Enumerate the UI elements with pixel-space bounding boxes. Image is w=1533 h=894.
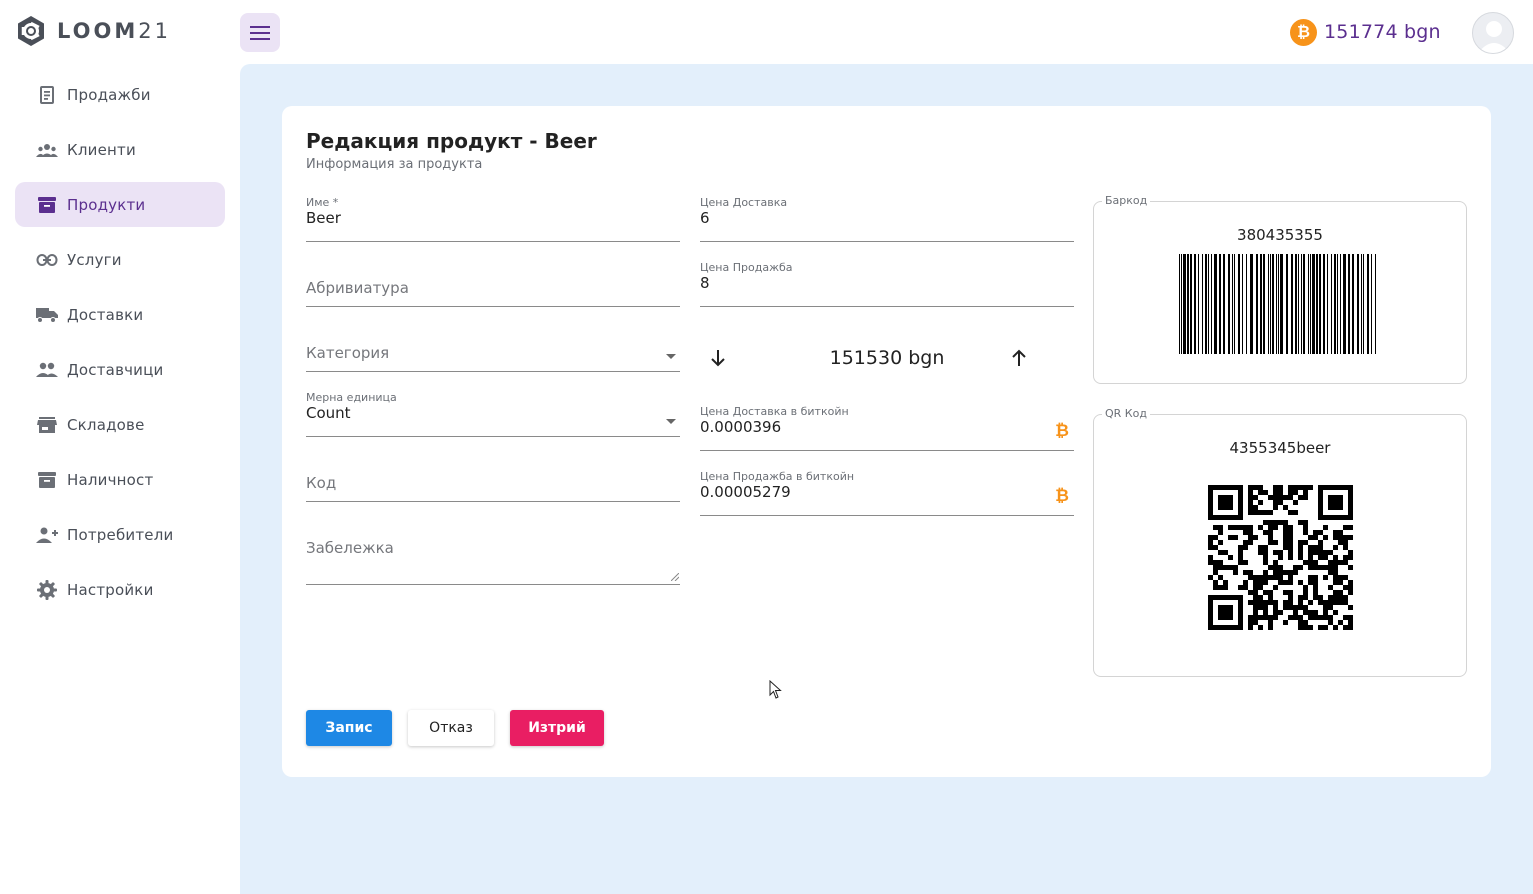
- bitcoin-icon: ₿: [1055, 486, 1069, 506]
- sidebar-item-sales[interactable]: Продажби: [15, 72, 225, 117]
- sidebar-item-settings[interactable]: Настройки: [15, 567, 225, 612]
- sidebar-item-services[interactable]: Услуги: [15, 237, 225, 282]
- product-edit-card: Редакция продукт - Beer Информация за пр…: [282, 106, 1491, 777]
- name-field[interactable]: Име * Beer: [306, 196, 680, 242]
- sidebar-item-clients[interactable]: Клиенти: [15, 127, 225, 172]
- main-content: Редакция продукт - Beer Информация за пр…: [240, 64, 1533, 894]
- sidebar-item-label: Доставки: [67, 305, 144, 324]
- delivery-price-btc-value: 0.0000396: [700, 418, 782, 436]
- qrcode-box: QR Код 4355345beer: [1093, 407, 1467, 677]
- name-value: Beer: [306, 209, 341, 227]
- page-title: Редакция продукт - Beer: [306, 129, 597, 153]
- qrcode-image: [1208, 485, 1353, 630]
- qrcode-legend: QR Код: [1102, 407, 1150, 420]
- unit-select[interactable]: Мерна единица Count: [306, 391, 680, 437]
- sale-price-btc-value: 0.00005279: [700, 483, 791, 501]
- archive-icon: [36, 469, 58, 491]
- name-label: Име *: [306, 196, 339, 209]
- sidebar-item-label: Складове: [67, 415, 145, 434]
- hamburger-icon: [250, 25, 270, 40]
- bitcoin-icon: ₿: [1290, 18, 1317, 46]
- sidebar-item-label: Доставчици: [67, 360, 164, 379]
- sidebar-item-suppliers[interactable]: Доставчици: [15, 347, 225, 392]
- save-button[interactable]: Запис: [306, 710, 392, 746]
- bitcoin-icon: ₿: [1055, 421, 1069, 441]
- user-avatar-icon: [1478, 21, 1510, 53]
- menu-toggle-button[interactable]: [240, 13, 280, 52]
- sidebar-item-label: Потребители: [67, 525, 174, 544]
- unit-value: Count: [306, 404, 351, 422]
- cancel-button[interactable]: Отказ: [408, 710, 494, 746]
- abbreviation-placeholder: Абривиатура: [306, 279, 409, 297]
- page-subtitle: Информация за продукта: [306, 157, 483, 172]
- arrow-up-icon[interactable]: [1009, 348, 1029, 368]
- delete-button[interactable]: Изтрий: [510, 710, 604, 746]
- sidebar-item-stock[interactable]: Наличност: [15, 457, 225, 502]
- code-placeholder: Код: [306, 474, 337, 492]
- truck-icon: [36, 304, 58, 326]
- barcode-value: 380435355: [1237, 226, 1323, 244]
- receipt-icon: [36, 84, 58, 106]
- sale-price-label: Цена Продажба: [700, 261, 793, 274]
- chevron-down-icon: [666, 419, 676, 424]
- category-placeholder: Категория: [306, 344, 390, 362]
- sale-price-field[interactable]: Цена Продажба 8: [700, 261, 1074, 307]
- sidebar-item-label: Услуги: [67, 250, 122, 269]
- sidebar-item-products[interactable]: Продукти: [15, 182, 225, 227]
- chevron-down-icon: [666, 354, 676, 359]
- gear-icon: [36, 579, 58, 601]
- sidebar-item-deliveries[interactable]: Доставки: [15, 292, 225, 337]
- delivery-price-btc-label: Цена Доставка в биткойн: [700, 405, 849, 418]
- category-select[interactable]: Категория: [306, 326, 680, 372]
- groups-icon: [36, 139, 58, 161]
- loom-logo-icon: [18, 16, 44, 46]
- store-icon: [36, 414, 58, 436]
- delivery-price-field[interactable]: Цена Доставка 6: [700, 196, 1074, 242]
- sidebar-nav: Продажби Клиенти Продукти Услуги Доставк…: [15, 72, 225, 622]
- barcode-legend: Баркод: [1102, 194, 1151, 207]
- sidebar-item-label: Настройки: [67, 580, 154, 599]
- delivery-price-btc-field[interactable]: Цена Доставка в биткойн 0.0000396 ₿: [700, 405, 1074, 451]
- note-placeholder: Забележка: [306, 539, 394, 557]
- sidebar-item-label: Наличност: [67, 470, 154, 489]
- sidebar-item-label: Продажби: [67, 85, 151, 104]
- barcode-box: Баркод 380435355: [1093, 194, 1467, 384]
- mouse-cursor-icon: [769, 680, 782, 699]
- qrcode-value: 4355345beer: [1229, 439, 1331, 457]
- brand-name: LOOM21: [57, 19, 171, 43]
- sidebar-item-label: Клиенти: [67, 140, 136, 159]
- delivery-price-label: Цена Доставка: [700, 196, 788, 209]
- sidebar-item-label: Продукти: [67, 195, 146, 214]
- unit-label: Мерна единица: [306, 391, 397, 404]
- brand-logo[interactable]: LOOM21: [14, 14, 171, 48]
- wallet-balance[interactable]: ₿ 151774 bgn: [1290, 18, 1441, 46]
- inventory-box-icon: [36, 194, 58, 216]
- sidebar-item-warehouses[interactable]: Складове: [15, 402, 225, 447]
- note-textarea[interactable]: Забележка: [306, 521, 680, 585]
- people-icon: [36, 359, 58, 381]
- sale-price-btc-label: Цена Продажба в биткойн: [700, 470, 855, 483]
- resize-handle-icon[interactable]: [671, 573, 679, 581]
- person-add-icon: [36, 524, 58, 546]
- currency-conversion: 151530 bgn: [700, 344, 1074, 374]
- sale-price-btc-field[interactable]: Цена Продажба в биткойн 0.00005279 ₿: [700, 470, 1074, 516]
- sidebar-item-users[interactable]: Потребители: [15, 512, 225, 557]
- sale-price-value: 8: [700, 274, 710, 292]
- delivery-price-value: 6: [700, 209, 710, 227]
- abbreviation-field[interactable]: Абривиатура: [306, 261, 680, 307]
- barcode-image: [1179, 254, 1376, 354]
- link-icon: [36, 249, 58, 271]
- code-field[interactable]: Код: [306, 456, 680, 502]
- avatar[interactable]: [1472, 12, 1514, 54]
- balance-amount: 151774 bgn: [1324, 21, 1441, 43]
